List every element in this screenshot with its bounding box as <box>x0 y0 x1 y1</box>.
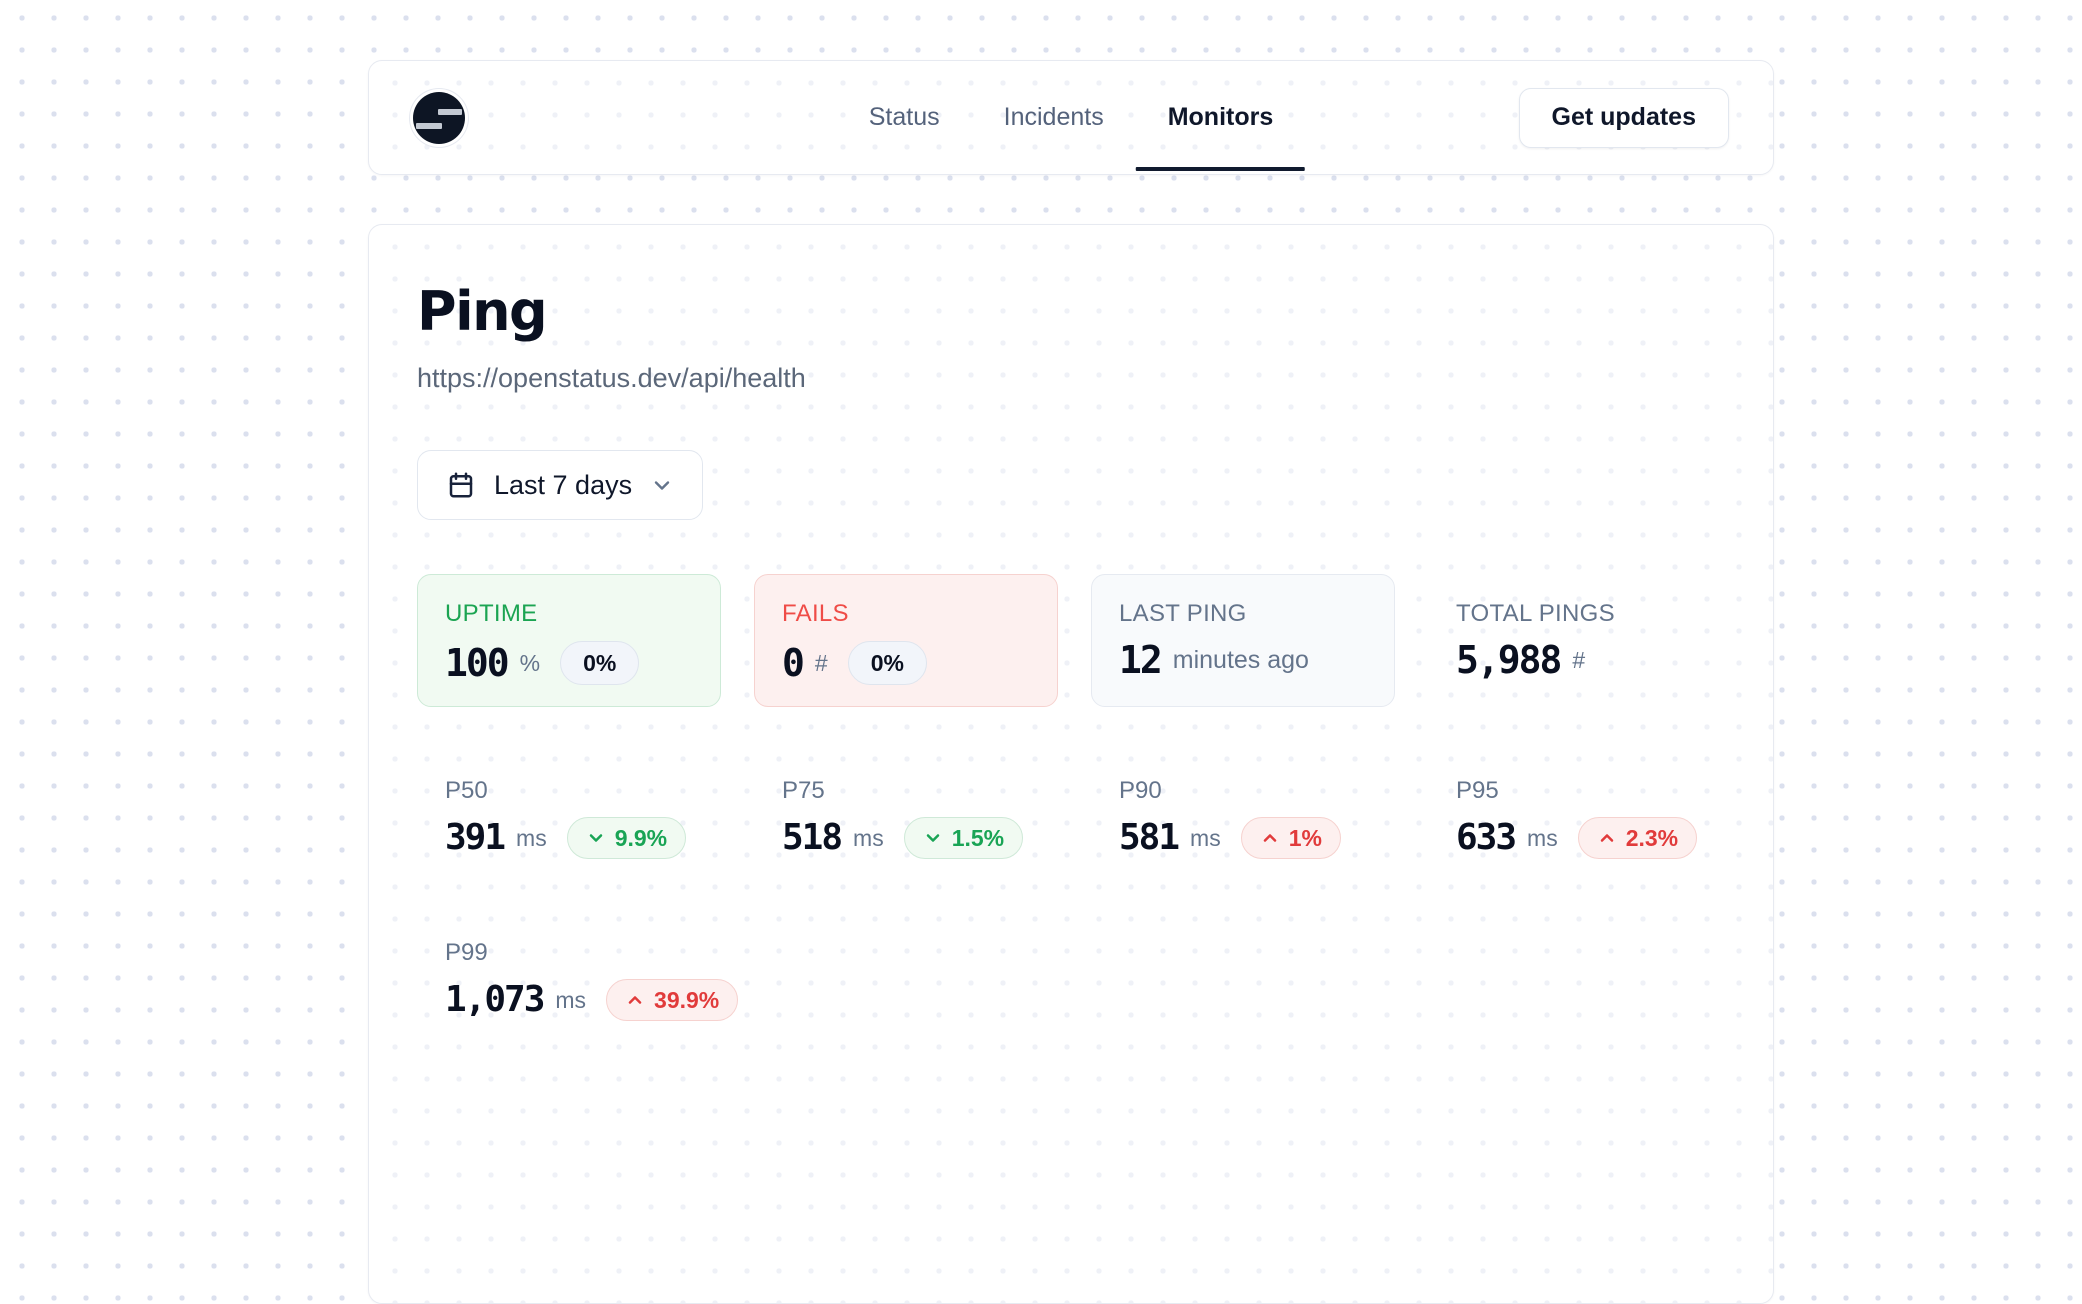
tab-status[interactable]: Status <box>869 61 940 174</box>
p95-value: 633 <box>1456 820 1515 856</box>
p95-block: P95 633 ms 2.3% <box>1428 777 1732 859</box>
uptime-label: UPTIME <box>445 600 693 628</box>
p75-block: P75 518 ms 1.5% <box>754 777 1058 859</box>
tab-incidents[interactable]: Incidents <box>1004 61 1104 174</box>
chevron-down-icon <box>586 828 606 848</box>
openstatus-logo[interactable] <box>413 92 465 144</box>
total-pings-unit: # <box>1572 647 1585 674</box>
p99-unit: ms <box>555 987 586 1014</box>
p99-change-badge: 39.9% <box>606 979 738 1021</box>
p90-unit: ms <box>1190 825 1221 852</box>
percentiles-grid: P50 391 ms 9.9% P75 518 ms <box>417 777 1725 1021</box>
p50-change-value: 9.9% <box>615 825 667 852</box>
p95-change-value: 2.3% <box>1626 825 1678 852</box>
monitor-detail-card: Ping https://openstatus.dev/api/health L… <box>368 224 1774 1304</box>
p99-change-value: 39.9% <box>654 987 719 1014</box>
fails-card: FAILS 0 # 0% <box>754 574 1058 707</box>
top-nav-bar: Status Incidents Monitors Get updates <box>368 60 1774 175</box>
p50-change-badge: 9.9% <box>567 817 686 859</box>
p95-change-badge: 2.3% <box>1578 817 1697 859</box>
logo-stripe-bottom <box>416 123 442 129</box>
fails-unit: # <box>815 650 828 677</box>
last-ping-card: LAST PING 12 minutes ago <box>1091 574 1395 707</box>
chevron-up-icon <box>625 990 645 1010</box>
p90-value: 581 <box>1119 820 1178 856</box>
calendar-icon <box>446 470 476 500</box>
last-ping-value: 12 <box>1119 641 1161 679</box>
p75-value: 518 <box>782 820 841 856</box>
fails-change-badge: 0% <box>848 641 927 685</box>
chevron-up-icon <box>1597 828 1617 848</box>
p90-block: P90 581 ms 1% <box>1091 777 1395 859</box>
chevron-up-icon <box>1260 828 1280 848</box>
uptime-value: 100 <box>445 644 508 682</box>
stats-row: UPTIME 100 % 0% FAILS 0 # 0% LAST PING 1… <box>417 574 1725 707</box>
last-ping-unit: minutes ago <box>1173 646 1309 675</box>
p99-block: P99 1,073 ms 39.9% <box>417 939 721 1021</box>
total-pings-label: TOTAL PINGS <box>1456 600 1704 628</box>
fails-label: FAILS <box>782 600 1030 628</box>
total-pings-card: TOTAL PINGS 5,988 # <box>1428 574 1732 707</box>
uptime-unit: % <box>520 650 540 677</box>
get-updates-button[interactable]: Get updates <box>1519 88 1729 148</box>
p99-value: 1,073 <box>445 982 543 1018</box>
p95-unit: ms <box>1527 825 1558 852</box>
p95-label: P95 <box>1456 777 1732 805</box>
uptime-card: UPTIME 100 % 0% <box>417 574 721 707</box>
p75-change-value: 1.5% <box>952 825 1004 852</box>
p50-label: P50 <box>445 777 721 805</box>
period-picker-value: Last 7 days <box>494 470 632 501</box>
p99-label: P99 <box>445 939 721 967</box>
tab-monitors[interactable]: Monitors <box>1168 61 1274 174</box>
total-pings-value: 5,988 <box>1456 641 1560 679</box>
logo-stripe-top <box>438 109 462 115</box>
nav-tabs: Status Incidents Monitors <box>869 61 1273 174</box>
p90-change-value: 1% <box>1289 825 1322 852</box>
monitor-url: https://openstatus.dev/api/health <box>417 363 1725 394</box>
chevron-down-icon <box>650 473 674 497</box>
p75-unit: ms <box>853 825 884 852</box>
fails-value: 0 <box>782 644 803 682</box>
monitor-title: Ping <box>417 285 1725 339</box>
p50-unit: ms <box>516 825 547 852</box>
period-picker-button[interactable]: Last 7 days <box>417 450 703 520</box>
last-ping-label: LAST PING <box>1119 600 1367 628</box>
chevron-down-icon <box>923 828 943 848</box>
p75-label: P75 <box>782 777 1058 805</box>
p90-change-badge: 1% <box>1241 817 1341 859</box>
p50-block: P50 391 ms 9.9% <box>417 777 721 859</box>
uptime-change-badge: 0% <box>560 641 639 685</box>
p90-label: P90 <box>1119 777 1395 805</box>
p75-change-badge: 1.5% <box>904 817 1023 859</box>
p50-value: 391 <box>445 820 504 856</box>
